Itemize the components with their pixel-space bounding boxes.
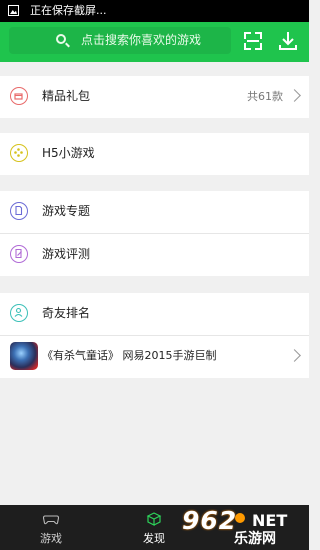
download-icon: [279, 32, 297, 50]
list-item-label: H5小游戏: [42, 146, 95, 160]
watermark-brand: 乐游网: [234, 531, 276, 547]
header: 点击搜索你喜欢的游戏: [0, 22, 309, 62]
group-gifts: 精品礼包 共61款: [0, 76, 309, 118]
search-icon: [56, 34, 66, 44]
list-item-topics[interactable]: 游戏专题: [0, 191, 309, 234]
gamepad-icon: [10, 144, 28, 162]
watermark-number: 962: [182, 506, 238, 535]
scan-icon: [244, 32, 251, 39]
watermark-logo: 962 NET 乐游网: [170, 507, 309, 550]
list-item-h5-games[interactable]: H5小游戏: [0, 133, 309, 175]
group-topics: 游戏专题 游戏评测: [0, 191, 309, 276]
status-bar: 正在保存截屏...: [0, 0, 309, 22]
game-thumbnail: [10, 342, 38, 370]
chevron-right-icon: [288, 89, 301, 102]
watermark-domain: NET: [252, 511, 288, 530]
document-icon: [10, 202, 28, 220]
download-button[interactable]: [279, 31, 297, 51]
user-icon: [10, 304, 28, 322]
promo-banner[interactable]: 《有杀气童话》 网易2015手游巨制: [0, 336, 309, 378]
tab-games[interactable]: 游戏: [16, 505, 86, 550]
scan-button[interactable]: [244, 32, 262, 50]
cube-icon: [146, 511, 162, 526]
gamepad-icon: [42, 511, 60, 525]
status-text: 正在保存截屏...: [30, 4, 107, 17]
list-item-label: 奇友排名: [42, 306, 91, 320]
group-h5: H5小游戏: [0, 133, 309, 175]
search-bar[interactable]: 点击搜索你喜欢的游戏: [9, 27, 231, 54]
search-placeholder: 点击搜索你喜欢的游戏: [81, 33, 202, 47]
list-item-gifts[interactable]: 精品礼包 共61款: [0, 76, 309, 118]
review-icon: [10, 245, 28, 263]
gift-count: 共61款: [247, 90, 283, 103]
screenshot-icon: [8, 5, 19, 16]
gift-icon: [10, 87, 28, 105]
watermark-dot-icon: [235, 513, 245, 523]
list-item-ranking[interactable]: 奇友排名: [0, 293, 309, 336]
chevron-right-icon: [288, 349, 301, 362]
tab-label: 游戏: [40, 532, 62, 545]
group-ranking: 奇友排名 《有杀气童话》 网易2015手游巨制: [0, 293, 309, 378]
list-item-label: 精品礼包: [42, 89, 91, 103]
promo-text: 《有杀气童话》 网易2015手游巨制: [42, 349, 217, 362]
list-item-label: 游戏专题: [42, 204, 91, 218]
list-item-label: 游戏评测: [42, 247, 91, 261]
list-item-reviews[interactable]: 游戏评测: [0, 234, 309, 276]
